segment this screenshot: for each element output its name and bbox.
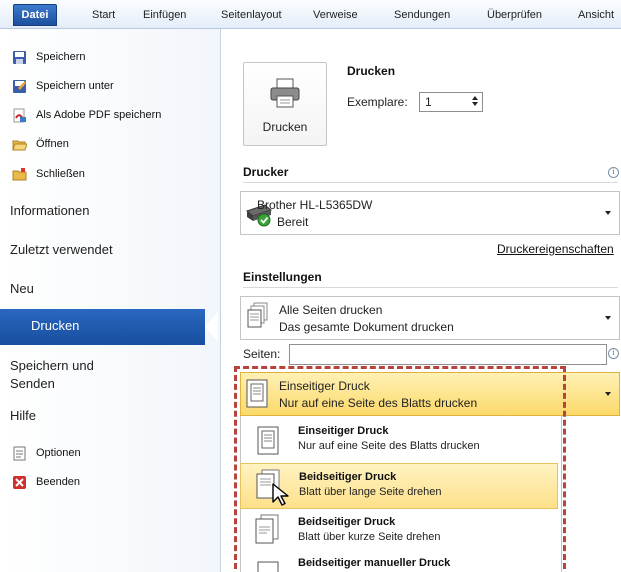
duplex-short-edge-icon <box>255 514 279 544</box>
nav-print-label: Drucken <box>31 318 80 333</box>
nav-exit-label: Beenden <box>36 476 81 488</box>
nav-save-as-label: Speichern unter <box>36 80 114 92</box>
printer-icon <box>270 78 300 108</box>
active-pointer-icon <box>205 312 218 342</box>
info-icon[interactable]: i <box>608 167 619 178</box>
options-doc-icon <box>12 446 27 461</box>
copies-stepper[interactable]: 1 <box>419 92 483 112</box>
printer-name: Brother HL-L5365DW <box>257 198 373 212</box>
duplex-option-one-sided[interactable]: Einseitiger Druck Nur auf eine Seite des… <box>240 418 558 462</box>
printer-divider <box>243 182 618 183</box>
save-as-icon <box>12 79 27 94</box>
pages-stack-icon <box>247 302 268 328</box>
pages-label: Seiten: <box>243 347 281 361</box>
tab-verweise[interactable]: Verweise <box>313 6 358 24</box>
nav-open[interactable]: Öffnen <box>12 133 69 155</box>
nav-recent[interactable]: Zuletzt verwendet <box>10 241 113 259</box>
option-desc: Blatt über lange Seite drehen <box>299 486 442 498</box>
open-folder-icon <box>12 137 28 152</box>
nav-divider <box>220 29 221 572</box>
nav-save-pdf-label: Als Adobe PDF speichern <box>36 109 162 121</box>
duplex-option-short-edge[interactable]: Beidseitiger Druck Blatt über kurze Seit… <box>240 509 558 553</box>
info-icon[interactable]: i <box>608 348 619 359</box>
pages-option-desc: Das gesamte Dokument drucken <box>279 320 454 334</box>
option-title: Einseitiger Druck <box>298 425 389 437</box>
dropdown-caret-icon <box>605 316 611 320</box>
settings-divider <box>243 287 618 288</box>
dropdown-caret-icon <box>605 211 611 215</box>
single-page-icon <box>246 379 268 408</box>
duplex-selected-desc: Nur auf eine Seite des Blatts drucken <box>279 396 478 410</box>
single-page-icon <box>257 426 279 455</box>
nav-save[interactable]: Speichern <box>12 46 86 68</box>
nav-save-as[interactable]: Speichern unter <box>12 75 114 97</box>
option-title: Beidseitiger Druck <box>298 516 396 528</box>
tab-ueberpruefen[interactable]: Überprüfen <box>487 6 542 24</box>
tab-datei[interactable]: Datei <box>13 4 57 26</box>
exit-x-icon <box>12 475 27 490</box>
duplex-selected-title: Einseitiger Druck <box>279 379 370 393</box>
print-heading: Drucken <box>347 64 396 78</box>
tab-einfuegen[interactable]: Einfügen <box>143 6 186 24</box>
tab-sendungen[interactable]: Sendungen <box>394 6 450 24</box>
nav-open-label: Öffnen <box>36 138 69 150</box>
nav-options-label: Optionen <box>36 447 81 459</box>
option-title: Beidseitiger manueller Druck <box>298 557 451 569</box>
nav-print[interactable]: Drucken <box>0 309 218 345</box>
duplex-option-long-edge[interactable]: Beidseitiger Druck Blatt über lange Seit… <box>240 463 558 509</box>
ribbon-tab-bar: Datei Start Einfügen Seitenlayout Verwei… <box>0 0 621 29</box>
spinner-arrows-icon[interactable] <box>471 94 479 108</box>
floppy-disk-icon <box>12 50 27 65</box>
print-button[interactable]: Drucken <box>243 62 327 146</box>
tab-ansicht[interactable]: Ansicht <box>578 6 614 24</box>
option-desc: Blatt über kurze Seite drehen <box>298 531 441 543</box>
close-folder-icon <box>12 167 27 182</box>
print-button-label: Drucken <box>262 120 308 134</box>
dropdown-caret-icon <box>605 392 611 396</box>
option-desc: Nur auf eine Seite des Blatts drucken <box>298 440 480 452</box>
pages-option-title: Alle Seiten drucken <box>279 303 383 317</box>
nav-close[interactable]: Schließen <box>12 163 85 185</box>
nav-info[interactable]: Informationen <box>10 202 90 220</box>
printer-properties-link[interactable]: Druckereigenschaften <box>497 242 614 256</box>
copies-value: 1 <box>425 95 432 109</box>
pages-range-dropdown[interactable]: Alle Seiten drucken Das gesamte Dokument… <box>240 296 620 340</box>
printer-status: Bereit <box>277 215 309 229</box>
nav-save-pdf[interactable]: Als Adobe PDF speichern <box>12 104 161 126</box>
nav-help[interactable]: Hilfe <box>10 407 36 425</box>
settings-section-title: Einstellungen <box>243 270 322 284</box>
nav-new[interactable]: Neu <box>10 280 34 298</box>
nav-options[interactable]: Optionen <box>12 442 81 464</box>
duplex-dropdown[interactable]: Einseitiger Druck Nur auf eine Seite des… <box>240 372 620 416</box>
nav-close-label: Schließen <box>36 168 85 180</box>
tab-seitenlayout[interactable]: Seitenlayout <box>221 6 282 24</box>
adobe-pdf-icon <box>12 108 27 123</box>
nav-exit[interactable]: Beenden <box>12 471 80 493</box>
duplex-option-manual[interactable]: Beidseitiger manueller Druck <box>240 553 558 572</box>
copies-label: Exemplare: <box>347 95 408 109</box>
printer-dropdown[interactable]: Brother HL-L5365DW Bereit <box>240 191 620 235</box>
tab-start[interactable]: Start <box>92 6 115 24</box>
manual-duplex-icon <box>257 561 279 572</box>
option-title: Beidseitiger Druck <box>299 471 397 483</box>
mouse-cursor-icon <box>272 483 289 506</box>
pages-input[interactable] <box>289 344 607 365</box>
printer-section-title: Drucker <box>243 165 289 179</box>
nav-save-label: Speichern <box>36 51 86 63</box>
nav-save-send[interactable]: Speichern und Senden <box>10 357 94 393</box>
